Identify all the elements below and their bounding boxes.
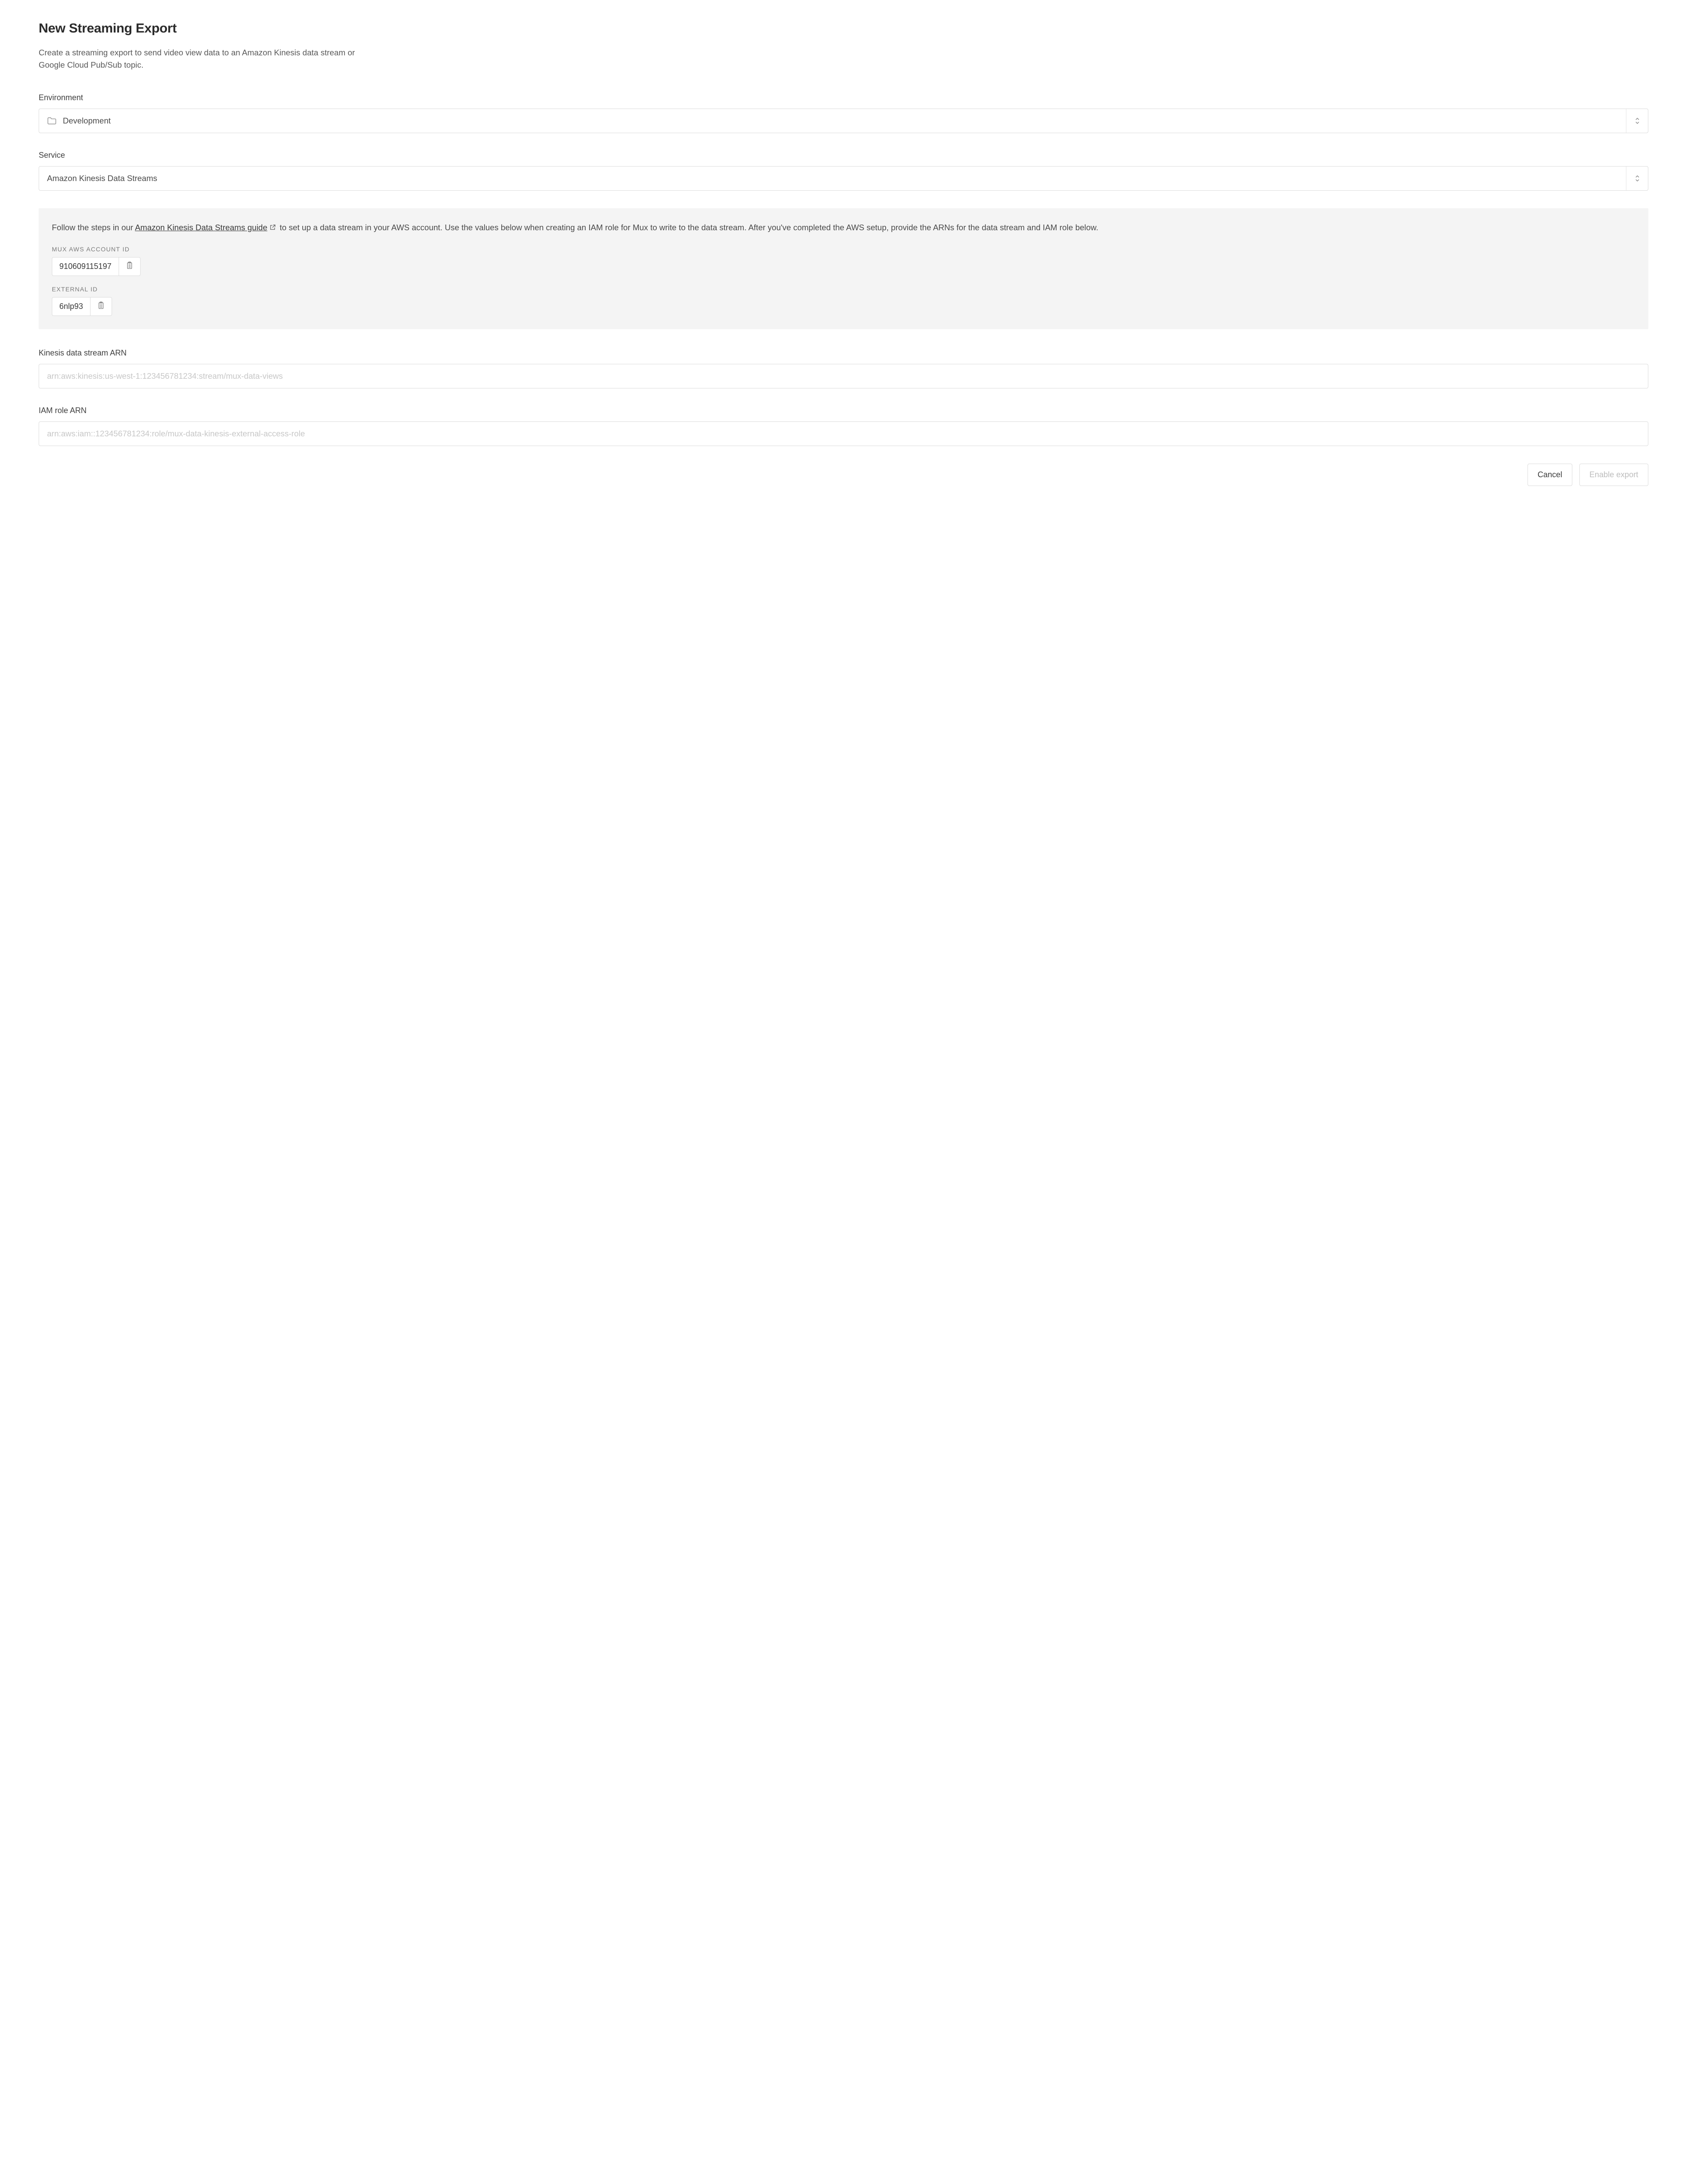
account-id-label: MUX AWS ACCOUNT ID [52, 246, 1635, 253]
iam-arn-field: IAM role ARN [39, 406, 1648, 446]
page-subtitle: Create a streaming export to send video … [39, 47, 381, 71]
guide-link[interactable]: Amazon Kinesis Data Streams guide [135, 223, 267, 232]
page-title: New Streaming Export [39, 21, 1648, 36]
info-text: Follow the steps in our Amazon Kinesis D… [52, 221, 1635, 234]
clipboard-icon [98, 301, 105, 312]
enable-export-button[interactable]: Enable export [1579, 464, 1648, 486]
service-field: Service Amazon Kinesis Data Streams [39, 151, 1648, 191]
environment-field: Environment Development [39, 93, 1648, 133]
clipboard-icon [126, 261, 133, 272]
external-link-icon [269, 224, 276, 231]
service-select[interactable]: Amazon Kinesis Data Streams [39, 166, 1648, 191]
info-text-after: to set up a data stream in your AWS acco… [278, 223, 1099, 232]
cancel-button[interactable]: Cancel [1528, 464, 1572, 486]
stream-arn-field: Kinesis data stream ARN [39, 348, 1648, 388]
info-panel: Follow the steps in our Amazon Kinesis D… [39, 208, 1648, 330]
environment-select[interactable]: Development [39, 109, 1648, 133]
service-value: Amazon Kinesis Data Streams [47, 174, 1626, 183]
stream-arn-label: Kinesis data stream ARN [39, 348, 1648, 358]
copy-account-id-button[interactable] [119, 258, 140, 276]
account-id-value: 910609115197 [52, 258, 119, 276]
info-text-before: Follow the steps in our [52, 223, 135, 232]
external-id-row: 6nlp93 [52, 297, 112, 316]
external-id-label: EXTERNAL ID [52, 286, 1635, 293]
chevron-updown-icon [1626, 167, 1648, 190]
copy-external-id-button[interactable] [90, 297, 112, 316]
external-id-value: 6nlp93 [52, 297, 90, 316]
environment-label: Environment [39, 93, 1648, 102]
chevron-updown-icon [1626, 109, 1648, 133]
iam-arn-input[interactable] [39, 421, 1648, 446]
service-label: Service [39, 151, 1648, 160]
environment-value: Development [63, 116, 1626, 126]
actions-row: Cancel Enable export [39, 464, 1648, 486]
folder-icon [47, 117, 57, 125]
iam-arn-label: IAM role ARN [39, 406, 1648, 415]
account-id-row: 910609115197 [52, 257, 141, 276]
stream-arn-input[interactable] [39, 364, 1648, 388]
